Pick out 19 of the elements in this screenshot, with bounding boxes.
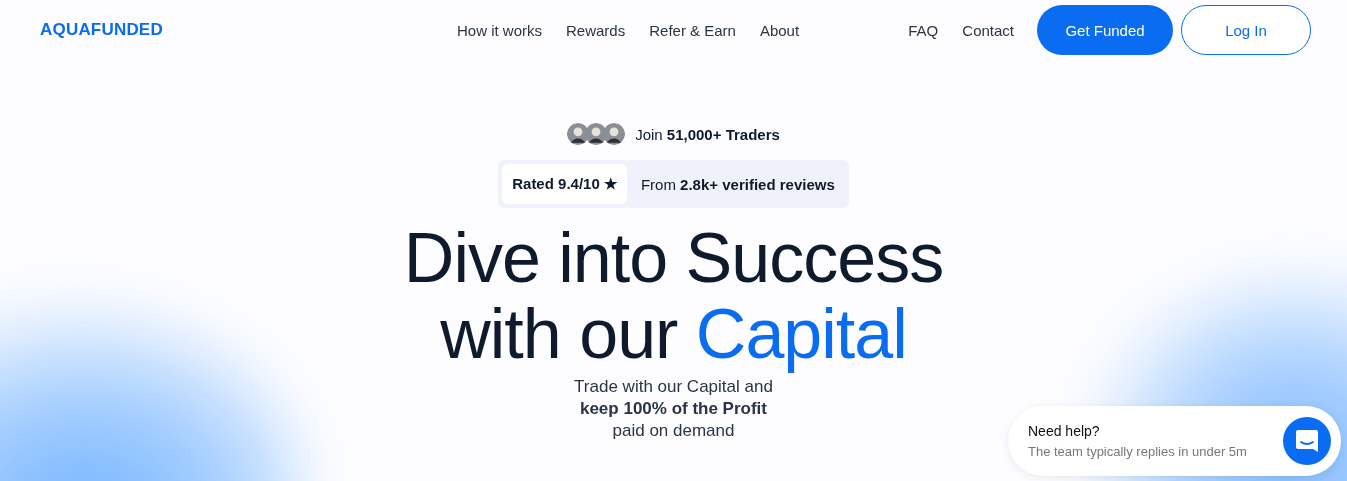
rating-badge: Rated 9.4/10 ★: [502, 164, 627, 204]
nav-link[interactable]: Rewards: [566, 21, 626, 39]
chat-widget[interactable]: Need help? The team typically replies in under 5m: [1008, 406, 1341, 476]
nav-link[interactable]: Refer & Earn: [649, 21, 736, 39]
nav-link[interactable]: FAQ: [908, 21, 939, 39]
chat-subtitle: The team typically replies in under 5m: [1028, 444, 1247, 459]
social-proof-text: Join 51,000+ Traders: [635, 125, 780, 143]
brand-logo[interactable]: AQUAFUNDED: [40, 20, 457, 40]
get-funded-button[interactable]: Get Funded: [1037, 5, 1173, 55]
nav-link[interactable]: Contact: [962, 21, 1014, 39]
nav-link[interactable]: How it works: [457, 21, 542, 39]
chat-icon[interactable]: [1283, 417, 1331, 465]
hero-subtitle: Trade with our Capital and keep 100% of the Profit paid on demand: [574, 376, 773, 442]
hero-headline: Dive into Success with our Capital: [402, 220, 945, 372]
avatar-icon: [603, 123, 626, 145]
login-button[interactable]: Log In: [1181, 5, 1311, 55]
reviews-text: From 2.8k+ verified reviews: [640, 175, 835, 193]
chat-title: Need help?: [1028, 423, 1101, 439]
nav-link[interactable]: About: [759, 21, 800, 39]
